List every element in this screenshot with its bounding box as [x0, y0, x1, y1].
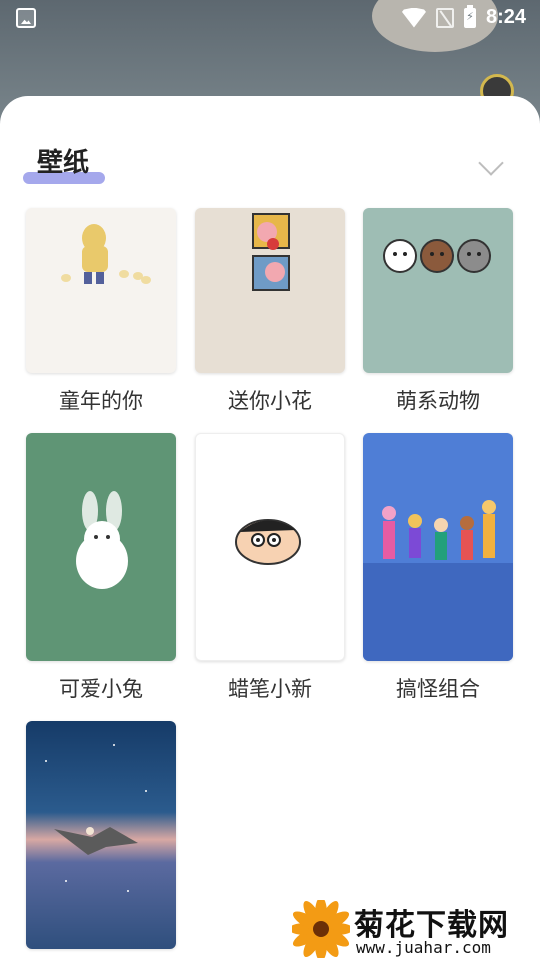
wallpaper-label: 送你小花 — [228, 389, 312, 413]
pig-flower-illustration — [252, 213, 290, 291]
image-notification-icon — [16, 8, 36, 28]
wallpaper-thumbnail[interactable] — [195, 433, 345, 661]
wallpaper-card[interactable]: 送你小花 — [195, 208, 345, 413]
funny-group-illustration — [363, 500, 513, 661]
wallpaper-thumbnail[interactable] — [26, 721, 176, 949]
crayon-shinchan-illustration — [235, 519, 301, 565]
wallpaper-label: 童年的你 — [59, 389, 143, 413]
cute-animals-illustration — [383, 239, 491, 273]
wallpaper-thumbnail[interactable] — [195, 208, 345, 373]
battery-charging-icon — [463, 4, 476, 28]
chevron-down-icon[interactable] — [478, 150, 504, 176]
wallpaper-thumbnail[interactable] — [26, 433, 176, 661]
sheet-header: 壁纸 — [0, 96, 540, 208]
sheet-title: 壁纸 — [37, 148, 90, 178]
watermark: 菊花下载网 www.juahar.com — [292, 900, 540, 960]
status-time: 8:24 — [485, 6, 526, 28]
wifi-icon — [401, 7, 426, 28]
wallpaper-card[interactable]: 蜡笔小新 — [195, 433, 345, 701]
wallpaper-label: 可爱小兔 — [59, 677, 143, 701]
wallpaper-card[interactable]: 搞怪组合 — [363, 433, 513, 701]
wallpaper-label: 蜡笔小新 — [228, 677, 312, 701]
wallpaper-sheet: 壁纸 童年的你 送你小花 萌系动物 可爱小兔 蜡笔小新 搞怪组合 菊花下载网 w… — [0, 96, 540, 960]
cute-bunny-illustration — [76, 491, 128, 589]
flower-logo-icon — [292, 900, 350, 958]
wallpaper-thumbnail[interactable] — [363, 433, 513, 661]
wallpaper-card[interactable]: 可爱小兔 — [26, 433, 176, 701]
wallpaper-card[interactable] — [26, 721, 176, 949]
child-ducks-illustration — [61, 224, 151, 284]
status-bar: 8:24 — [0, 0, 540, 36]
wallpaper-thumbnail[interactable] — [26, 208, 176, 373]
wallpaper-label: 萌系动物 — [396, 389, 480, 413]
wallpaper-card[interactable]: 童年的你 — [26, 208, 176, 413]
no-sim-icon — [435, 7, 454, 28]
wallpaper-thumbnail[interactable] — [363, 208, 513, 373]
flying-character-illustration — [45, 744, 147, 892]
watermark-url: www.juahar.com — [356, 938, 491, 957]
wallpaper-label: 搞怪组合 — [396, 677, 480, 701]
wallpaper-card[interactable]: 萌系动物 — [363, 208, 513, 413]
